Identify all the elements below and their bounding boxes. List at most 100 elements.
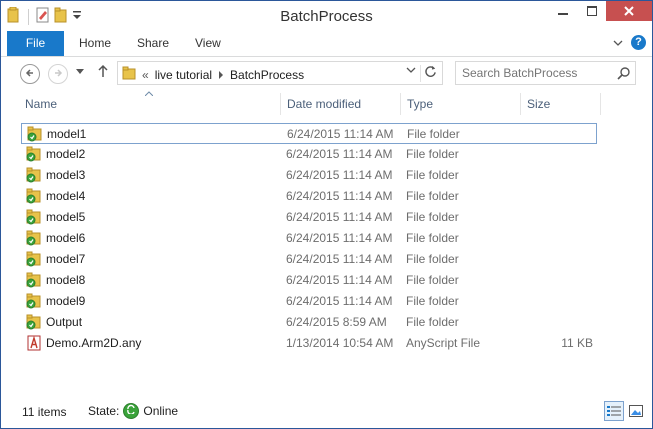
file-type: AnyScript File (406, 336, 481, 350)
maximize-button[interactable] (577, 1, 606, 21)
state-value: Online (143, 404, 179, 418)
synced-folder-icon (26, 230, 42, 249)
minimize-button[interactable] (548, 1, 577, 21)
view-switcher (604, 401, 646, 421)
up-button[interactable] (97, 64, 109, 81)
navigation-bar: « live tutorial BatchProcess (1, 59, 652, 89)
synced-folder-icon (26, 314, 42, 333)
address-bar[interactable]: « live tutorial BatchProcess (117, 61, 443, 85)
file-type: File folder (406, 189, 459, 203)
file-date: 6/24/2015 11:14 AM (287, 127, 394, 141)
synced-folder-icon (26, 146, 42, 165)
expand-ribbon-icon[interactable] (613, 36, 623, 50)
file-name: model3 (46, 168, 86, 182)
address-dropdown-icon[interactable] (406, 66, 416, 77)
online-icon (123, 403, 140, 419)
file-date: 6/24/2015 11:14 AM (286, 252, 393, 266)
file-date: 6/24/2015 11:14 AM (286, 294, 393, 308)
synced-folder-icon (27, 126, 43, 145)
file-type: File folder (406, 294, 459, 308)
ribbon-right-controls: ? (613, 35, 646, 50)
synced-folder-icon (26, 293, 42, 312)
tab-file[interactable]: File (7, 31, 64, 56)
help-icon[interactable]: ? (631, 35, 646, 50)
details-view-button[interactable] (604, 401, 624, 421)
refresh-icon[interactable] (424, 65, 437, 81)
file-date: 6/24/2015 11:14 AM (286, 147, 393, 161)
column-headers: Name Date modified Type Size (1, 91, 652, 118)
ribbon-tabs: File Home Share View ? (1, 31, 652, 57)
file-date: 1/13/2014 10:54 AM (286, 336, 394, 350)
file-type: File folder (406, 210, 459, 224)
list-item[interactable]: model4 6/24/2015 11:14 AM File folder (21, 186, 597, 207)
sync-state: State: Online (88, 403, 178, 419)
list-item[interactable]: model8 6/24/2015 11:14 AM File folder (21, 270, 597, 291)
file-date: 6/24/2015 8:59 AM (286, 315, 387, 329)
file-type: File folder (407, 127, 460, 141)
file-name: model6 (46, 231, 86, 245)
column-divider[interactable] (520, 93, 521, 115)
tab-home[interactable]: Home (79, 31, 111, 56)
address-divider (420, 65, 421, 82)
title-bar: BatchProcess (1, 1, 652, 31)
column-divider[interactable] (400, 93, 401, 115)
list-item[interactable]: model3 6/24/2015 11:14 AM File folder (21, 165, 597, 186)
breadcrumb-overflow[interactable]: « (142, 68, 149, 82)
back-button[interactable] (20, 64, 40, 84)
file-name: model8 (46, 273, 86, 287)
column-header-size[interactable]: Size (527, 97, 550, 111)
breadcrumb: « live tutorial BatchProcess (122, 66, 304, 83)
column-header-date[interactable]: Date modified (287, 97, 361, 111)
list-item[interactable]: model1 6/24/2015 11:14 AM File folder (21, 123, 597, 144)
large-icons-view-button[interactable] (626, 401, 646, 421)
synced-folder-icon (26, 188, 42, 207)
file-date: 6/24/2015 11:14 AM (286, 231, 393, 245)
search-box[interactable] (455, 61, 636, 85)
file-type: File folder (406, 273, 459, 287)
list-item[interactable]: model5 6/24/2015 11:14 AM File folder (21, 207, 597, 228)
close-button[interactable] (606, 1, 652, 21)
breadcrumb-item-batchprocess[interactable]: BatchProcess (230, 68, 304, 82)
synced-folder-icon (26, 209, 42, 228)
list-item[interactable]: model2 6/24/2015 11:14 AM File folder (21, 144, 597, 165)
tab-view[interactable]: View (195, 31, 221, 56)
file-type: File folder (406, 252, 459, 266)
file-name: model9 (46, 294, 86, 308)
state-label: State: (88, 404, 120, 418)
list-item[interactable]: model6 6/24/2015 11:14 AM File folder (21, 228, 597, 249)
list-item[interactable]: Output 6/24/2015 8:59 AM File folder (21, 312, 597, 333)
synced-folder-icon (26, 251, 42, 270)
address-folder-icon (122, 66, 136, 83)
search-input[interactable] (458, 64, 616, 82)
explorer-window: BatchProcess File Home Share View ? « li… (0, 0, 653, 429)
file-name: model4 (46, 189, 86, 203)
file-date: 6/24/2015 11:14 AM (286, 210, 393, 224)
tab-share[interactable]: Share (137, 31, 169, 56)
anyscript-file-icon (26, 335, 42, 354)
forward-button[interactable] (48, 64, 68, 84)
synced-folder-icon (26, 167, 42, 186)
list-item[interactable]: Demo.Arm2D.any 1/13/2014 10:54 AM AnyScr… (21, 333, 597, 354)
column-header-name[interactable]: Name (25, 97, 57, 111)
list-item[interactable]: model9 6/24/2015 11:14 AM File folder (21, 291, 597, 312)
breadcrumb-item-live-tutorial[interactable]: live tutorial (155, 68, 212, 82)
chevron-right-icon[interactable] (218, 68, 224, 82)
file-name: model1 (47, 127, 87, 141)
column-divider[interactable] (280, 93, 281, 115)
file-name: model2 (46, 147, 86, 161)
file-type: File folder (406, 147, 459, 161)
search-icon[interactable] (617, 66, 631, 83)
file-date: 6/24/2015 11:14 AM (286, 168, 393, 182)
list-item[interactable]: model7 6/24/2015 11:14 AM File folder (21, 249, 597, 270)
file-name: Demo.Arm2D.any (46, 336, 142, 350)
file-name: Output (46, 315, 83, 329)
recent-locations-icon[interactable] (76, 66, 84, 78)
file-name: model7 (46, 252, 86, 266)
status-bar: 11 items State: Online (1, 399, 652, 427)
item-count: 11 items (22, 405, 67, 419)
file-type: File folder (406, 168, 459, 182)
synced-folder-icon (26, 272, 42, 291)
file-type: File folder (406, 315, 459, 329)
column-divider[interactable] (600, 93, 601, 115)
column-header-type[interactable]: Type (407, 97, 433, 111)
